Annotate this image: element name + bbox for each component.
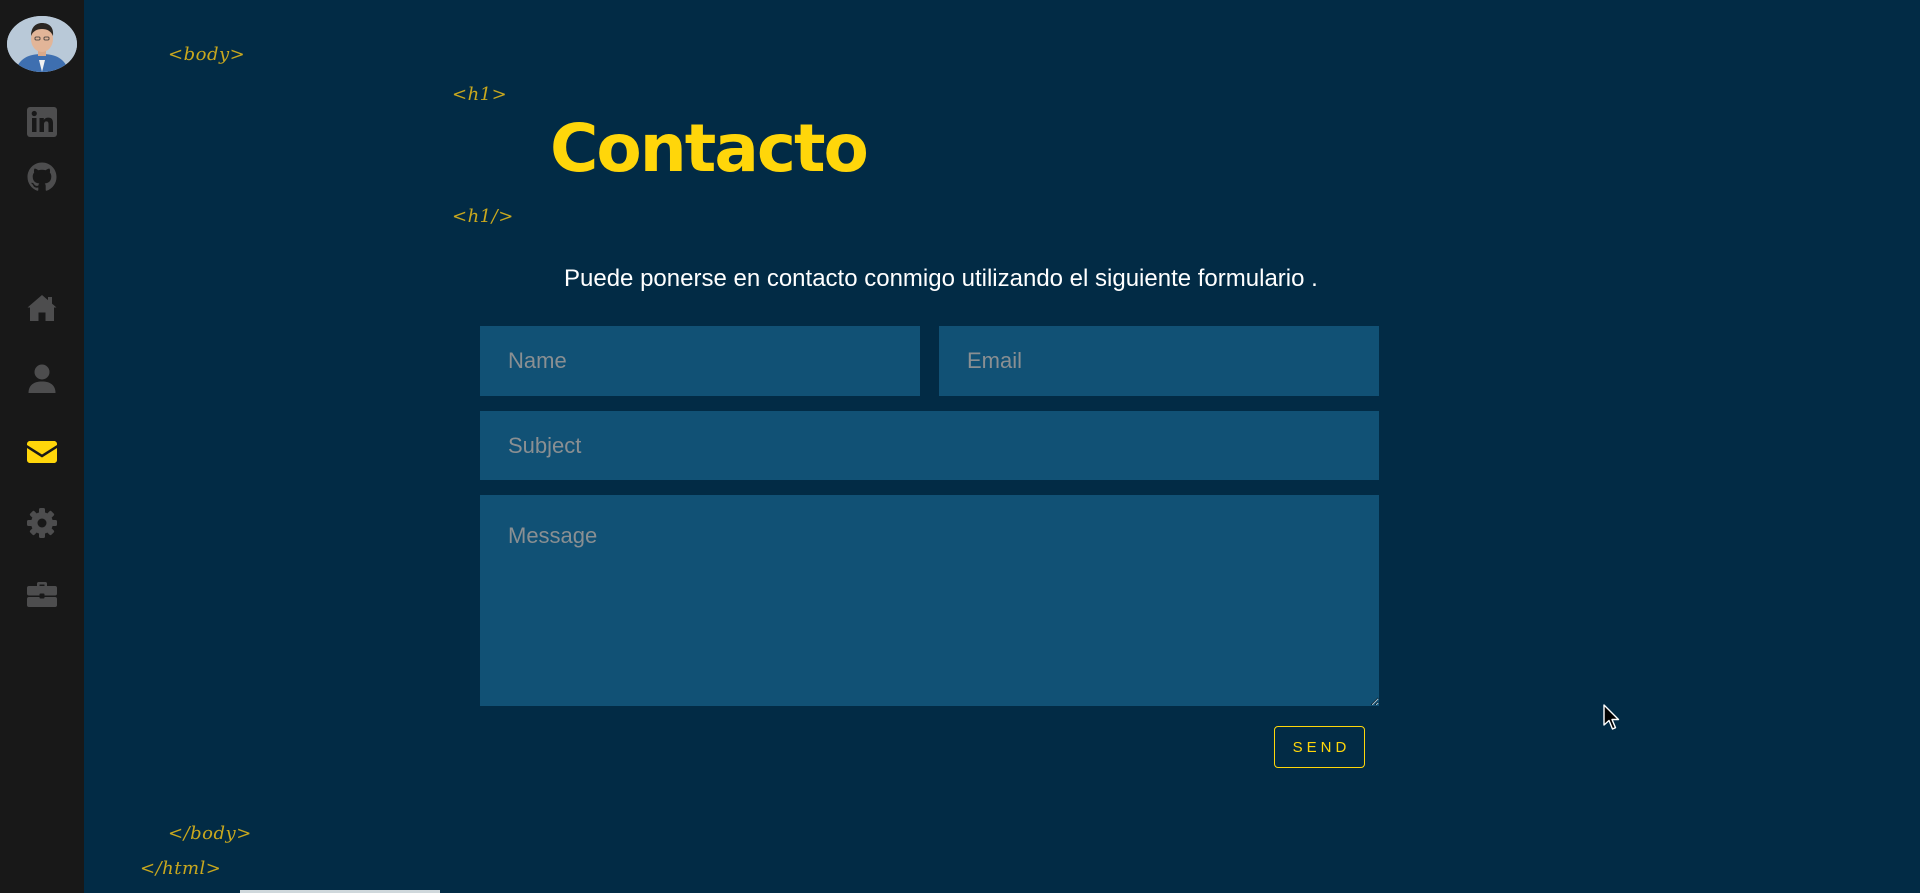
main-content: <body> <h1> Contacto <h1/> Puede ponerse… <box>84 0 1920 893</box>
mouse-cursor-icon <box>1603 704 1620 730</box>
body-open-tag: <body> <box>168 44 246 65</box>
briefcase-icon[interactable] <box>24 576 60 612</box>
body-close-tag: </body> <box>168 823 252 844</box>
intro-text: Puede ponerse en contacto conmigo utiliz… <box>564 265 1318 292</box>
home-icon[interactable] <box>24 290 60 326</box>
linkedin-icon[interactable] <box>24 104 60 140</box>
email-field[interactable] <box>939 326 1379 396</box>
envelope-icon[interactable] <box>24 434 60 470</box>
avatar[interactable] <box>7 16 77 72</box>
sidebar <box>0 0 84 893</box>
h1-close-tag: <h1/> <box>452 206 514 227</box>
page-title: Contacto <box>550 110 869 187</box>
user-icon[interactable] <box>24 361 60 397</box>
message-field[interactable] <box>480 495 1379 706</box>
send-button[interactable]: SEND <box>1274 726 1365 768</box>
name-field[interactable] <box>480 326 920 396</box>
github-icon[interactable] <box>24 159 60 195</box>
html-close-tag: </html> <box>140 858 222 879</box>
gear-icon[interactable] <box>24 505 60 541</box>
h1-open-tag: <h1> <box>452 84 508 105</box>
subject-field[interactable] <box>480 411 1379 480</box>
avatar-photo <box>7 16 77 72</box>
